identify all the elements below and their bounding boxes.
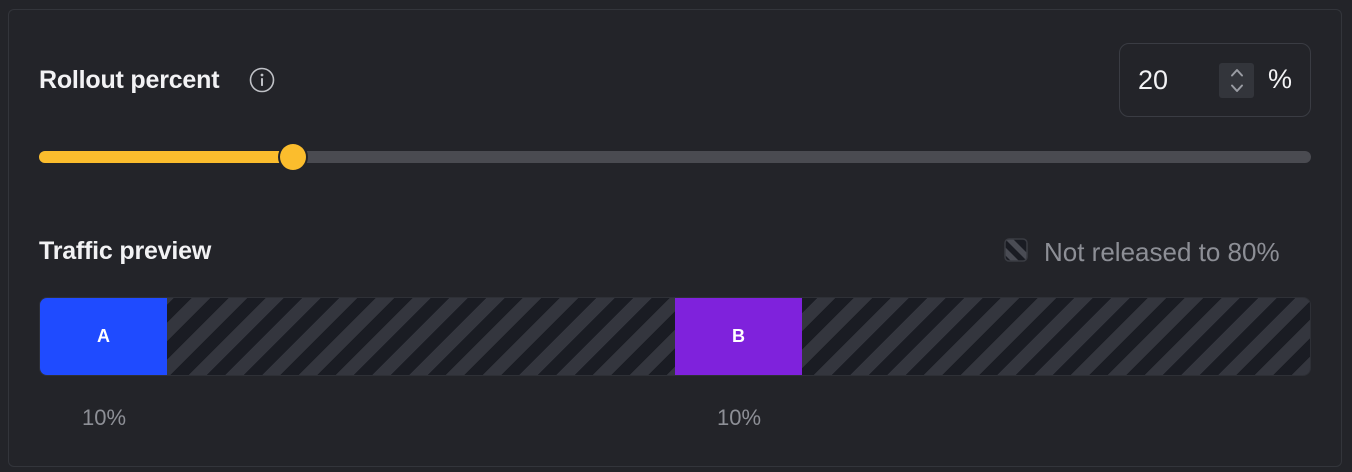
unreleased-legend-label: Not released to 80% [1044, 237, 1280, 267]
rollout-percent-input[interactable] [1138, 62, 1208, 98]
stepper-decrement-button[interactable] [1219, 80, 1254, 97]
rollout-stepper [1219, 63, 1254, 98]
percent-unit-label: % [1268, 64, 1293, 94]
variant-a-label: A [97, 326, 110, 346]
traffic-preview-title: Traffic preview [39, 237, 212, 265]
variant-b-label: B [732, 326, 745, 346]
stepper-increment-button[interactable] [1219, 64, 1254, 81]
striped-swatch-icon [1004, 238, 1028, 262]
rollout-slider-fill [39, 151, 294, 163]
rollout-percent-title: Rollout percent [39, 66, 220, 94]
variant-b-percent: 10% [716, 405, 762, 430]
variant-a-segment[interactable]: A [40, 298, 167, 375]
chevron-down-icon [1230, 84, 1243, 92]
variant-b-segment[interactable]: B [675, 298, 802, 375]
chevron-up-icon [1230, 69, 1243, 77]
traffic-preview-bar: A B [39, 297, 1311, 376]
rollout-slider[interactable] [39, 144, 1311, 170]
variant-a-percent: 10% [81, 405, 127, 430]
info-icon[interactable] [249, 67, 275, 93]
